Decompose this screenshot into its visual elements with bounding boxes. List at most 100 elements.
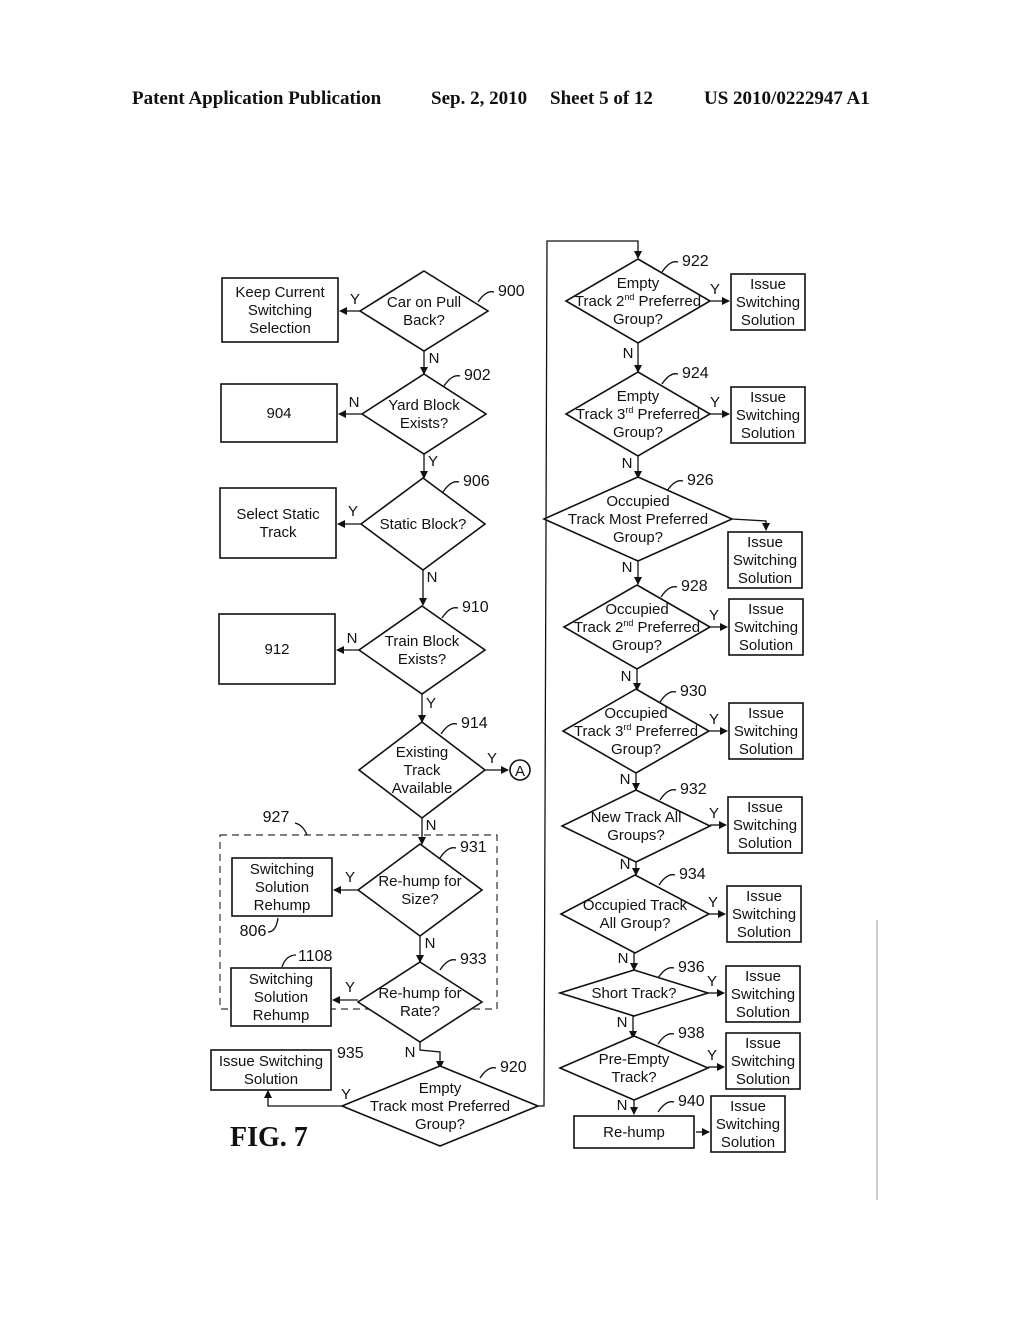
connector-a-label: A [515, 763, 525, 780]
decision-936-text: Short Track? [591, 985, 676, 1002]
label-no: N [347, 630, 358, 647]
decision-938-text: Track? [611, 1069, 656, 1086]
decision-924-ref: 924 [682, 365, 709, 382]
decision-930-ref: 930 [680, 683, 707, 700]
decision-928-text: Group? [612, 637, 662, 654]
decision-924-text: Group? [613, 424, 663, 441]
keep-current-switching-box-text: Switching [248, 302, 312, 319]
decision-902 [360, 373, 488, 455]
issue-switching-solution-935-text: Solution [244, 1071, 298, 1088]
group-927-leader [294, 822, 308, 836]
decision-906-text: Static Block? [380, 516, 467, 533]
decision-902-leader [443, 375, 461, 387]
label-yes: Y [350, 291, 360, 308]
issue-switching-solution-924-text: Switching [736, 407, 800, 424]
switching-solution-rehump-806-text: Solution [255, 879, 309, 896]
decision-932-ref: 932 [680, 781, 707, 798]
decision-910-leader [441, 607, 459, 619]
label-yes: Y [707, 1047, 717, 1064]
decision-910-text: Train Block [385, 633, 460, 650]
decision-914-text: Track [404, 762, 441, 779]
decision-933-ref: 933 [460, 951, 487, 968]
decision-933 [356, 961, 484, 1043]
decision-936-leader [657, 967, 675, 979]
decision-922-text: Track 2nd Preferred [575, 292, 701, 310]
issue-switching-solution-938-text: Issue [745, 1035, 781, 1052]
decision-930-text: Group? [611, 741, 661, 758]
arrow-926-yes [731, 518, 770, 531]
decision-910 [357, 605, 487, 695]
label-no: N [425, 935, 436, 952]
decision-900-leader [477, 291, 495, 303]
decision-932-text: Groups? [607, 827, 665, 844]
decision-diamond [560, 789, 712, 863]
decision-934-ref: 934 [679, 866, 706, 883]
decision-900-ref: 900 [498, 283, 525, 300]
ref-1108: 1108 [298, 948, 333, 965]
issue-switching-solution-932-text: Switching [733, 817, 797, 834]
decision-933-text: Rate? [400, 1003, 440, 1020]
rehump-940-leader [657, 1101, 675, 1113]
decision-933-leader [439, 959, 457, 971]
switching-solution-rehump-806-text: Rehump [254, 897, 311, 914]
decision-931-text: Re-hump for [378, 873, 461, 890]
issue-switching-solution-930-text: Solution [739, 741, 793, 758]
decision-931-ref: 931 [460, 839, 487, 856]
decision-924-leader [661, 373, 679, 385]
ref-1108-leader [281, 954, 297, 968]
decision-926-text: Track Most Preferred [568, 511, 708, 528]
label-no: N [618, 950, 629, 967]
switching-solution-rehump-806-text: Switching [250, 861, 314, 878]
decision-902-text: Exists? [400, 415, 448, 432]
decision-910-ref: 910 [462, 599, 489, 616]
decision-934-text: Occupied Track [583, 897, 688, 914]
issue-switching-solution-930-text: Issue [748, 705, 784, 722]
issue-switching-solution-940-text: Issue [730, 1098, 766, 1115]
label-yes: Y [428, 453, 438, 470]
label-no: N [620, 771, 631, 788]
decision-920-leader [479, 1067, 497, 1079]
select-static-track-box [219, 487, 337, 559]
decision-932-leader [659, 789, 677, 801]
label-yes: Y [345, 979, 355, 996]
flowchart: Car on PullBack?900Keep CurrentSwitching… [210, 240, 878, 1200]
label-no: N [622, 455, 633, 472]
decision-922-text: Group? [613, 311, 663, 328]
issue-switching-solution-940-text: Solution [721, 1134, 775, 1151]
decision-926-leader [666, 480, 684, 492]
issue-switching-solution-940-text: Switching [716, 1116, 780, 1133]
decision-922-ref: 922 [682, 253, 709, 270]
decision-diamond [559, 874, 711, 954]
decision-938-text: Pre-Empty [599, 1051, 670, 1068]
label-no: N [349, 394, 360, 411]
issue-switching-solution-936-text: Switching [731, 986, 795, 1003]
issue-switching-solution-928-text: Switching [734, 619, 798, 636]
decision-931-leader [439, 847, 457, 859]
decision-920-ref: 920 [500, 1059, 527, 1076]
decision-936-ref: 936 [678, 959, 705, 976]
decision-914-text: Available [392, 780, 453, 797]
decision-930-text: Occupied [604, 705, 667, 722]
decision-928-text: Track 2nd Preferred [574, 618, 700, 636]
label-no: N [429, 350, 440, 367]
label-no: N [426, 817, 437, 834]
label-no: N [617, 1014, 628, 1031]
decision-922-text: Empty [617, 275, 660, 292]
decision-932 [560, 789, 712, 863]
switching-solution-rehump-1108-text: Switching [249, 971, 313, 988]
issue-switching-solution-930-text: Switching [734, 723, 798, 740]
ref-806: 806 [240, 923, 267, 940]
label-no: N [622, 559, 633, 576]
label-yes: Y [709, 711, 719, 728]
decision-diamond [356, 843, 484, 937]
decision-diamond [360, 373, 488, 455]
label-yes: Y [710, 281, 720, 298]
label-yes: Y [709, 607, 719, 624]
decision-906-ref: 906 [463, 473, 490, 490]
select-static-track-box-text: Track [260, 524, 297, 541]
arrow-933-no [419, 1042, 444, 1069]
issue-switching-solution-926-text: Switching [733, 552, 797, 569]
decision-931-text: Size? [401, 891, 439, 908]
figure-label: FIG. 7 [230, 1122, 308, 1153]
keep-current-switching-box-text: Selection [249, 320, 311, 337]
